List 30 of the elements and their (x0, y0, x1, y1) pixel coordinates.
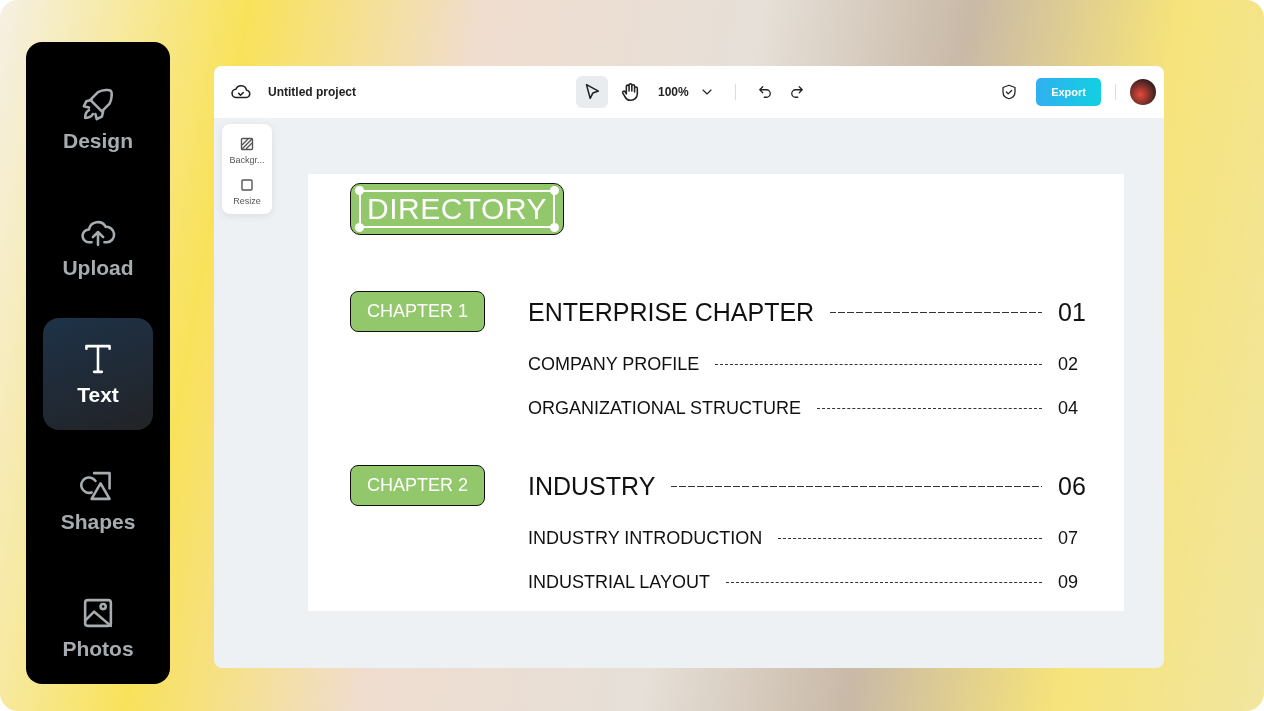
zoom-level: 100% (658, 85, 689, 99)
resize-button[interactable]: Resize (233, 177, 261, 206)
entry-title: INDUSTRY INTRODUCTION (528, 527, 763, 549)
user-avatar[interactable] (1130, 79, 1156, 105)
background-button[interactable]: Backgr... (229, 136, 265, 165)
pointer-tool[interactable] (576, 76, 608, 108)
chapter-label: CHAPTER 2 (350, 465, 485, 506)
entry-title: ENTERPRISE CHAPTER (528, 297, 815, 327)
hatched-square-icon (239, 136, 255, 152)
page-number: 01 (1058, 297, 1087, 327)
sidebar-item[interactable]: Photos (43, 572, 153, 684)
hand-icon (619, 81, 641, 103)
sidebar-item[interactable]: Design (43, 64, 153, 176)
page-number: 04 (1058, 397, 1080, 419)
page-number: 07 (1058, 527, 1080, 549)
design-icon (80, 86, 116, 123)
page-number: 02 (1058, 353, 1080, 375)
sidebar-item[interactable]: Shapes (43, 445, 153, 557)
sidebar-item[interactable]: Upload (43, 191, 153, 303)
page-number: 06 (1058, 471, 1087, 501)
page-number: 09 (1058, 571, 1080, 593)
resize-icon (239, 177, 255, 193)
project-title: Untitled project (268, 85, 356, 99)
sidebar-item[interactable]: Text (43, 318, 153, 430)
entry-title: INDUSTRY (528, 471, 656, 501)
entry-title: COMPANY PROFILE (528, 353, 700, 375)
chapter-label: CHAPTER 1 (350, 291, 485, 332)
entry-title: INDUSTRIAL LAYOUT (528, 571, 711, 593)
shield-check-icon (1000, 83, 1019, 101)
entry-title: ORGANIZATIONAL STRUCTURE (528, 397, 801, 419)
